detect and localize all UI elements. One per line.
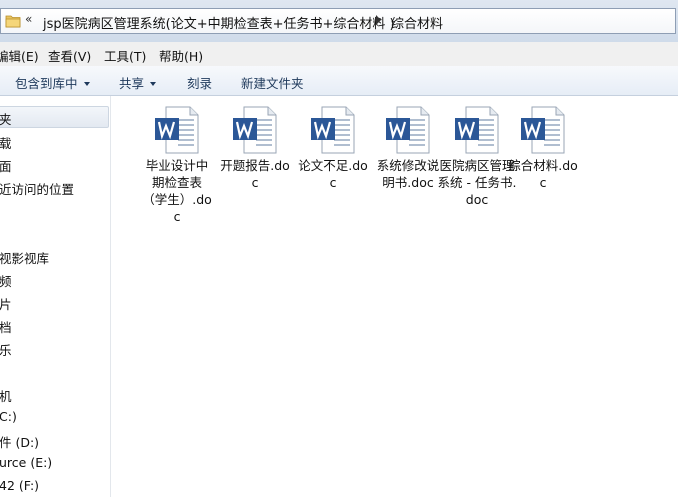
nav-item-videos[interactable]: 频 xyxy=(0,271,12,290)
file-list-view: 毕业设计中期检查表（学生）.doc 开题报告.doc 论文不足.doc 系统修改… xyxy=(111,96,678,497)
breadcrumb-parent[interactable]: jsp医院病区管理系统(论文+中期检查表+任务书+综合材料 ) xyxy=(43,13,395,32)
include-in-library-label: 包含到库中 xyxy=(15,76,78,91)
word-doc-icon xyxy=(455,106,499,154)
share-button[interactable]: 共享 xyxy=(119,73,157,92)
file-item[interactable]: 开题报告.doc xyxy=(216,106,294,191)
breadcrumb-separator-arrow-icon[interactable] xyxy=(376,15,381,25)
word-doc-icon xyxy=(521,106,565,154)
folder-icon xyxy=(5,15,21,28)
nav-item-drive-f[interactable]: 42 (F:) xyxy=(0,478,39,493)
nav-item-documents[interactable]: 档 xyxy=(0,317,12,336)
nav-item-desktop[interactable]: 面 xyxy=(0,156,12,175)
nav-item-drive-e[interactable]: urce (E:) xyxy=(0,455,52,470)
word-doc-icon xyxy=(233,106,277,154)
nav-item-pictures[interactable]: 片 xyxy=(0,294,12,313)
word-doc-icon xyxy=(155,106,199,154)
command-bar: 包含到库中 共享 刻录 新建文件夹 xyxy=(0,66,678,96)
include-in-library-button[interactable]: 包含到库中 xyxy=(15,73,90,92)
breadcrumb-current[interactable]: 综合材料 xyxy=(391,13,443,32)
nav-item-drive-d[interactable]: 件 (D:) xyxy=(0,432,39,451)
menu-help[interactable]: 帮助(H) xyxy=(159,46,203,65)
menu-bar: 编辑(E) 查看(V) 工具(T) 帮助(H) xyxy=(0,42,678,67)
file-name: 综合材料.doc xyxy=(508,158,578,190)
nav-selected-highlight xyxy=(0,106,109,128)
word-doc-icon xyxy=(311,106,355,154)
nav-item-music[interactable]: 乐 xyxy=(0,340,12,359)
dropdown-caret-icon xyxy=(83,82,90,86)
address-bar-area: « jsp医院病区管理系统(论文+中期检查表+任务书+综合材料 ) 综合材料 xyxy=(0,0,678,42)
menu-tools[interactable]: 工具(T) xyxy=(104,46,146,65)
file-item[interactable]: 毕业设计中期检查表（学生）.doc xyxy=(138,106,216,225)
file-name: 论文不足.doc xyxy=(298,158,368,190)
navigation-pane: 夹 载 面 近访问的位置 视影视库 频 片 档 乐 机 C:) 件 (D:) u… xyxy=(0,96,111,497)
menu-view[interactable]: 查看(V) xyxy=(48,46,91,65)
address-bar[interactable]: « jsp医院病区管理系统(论文+中期检查表+任务书+综合材料 ) 综合材料 xyxy=(0,8,676,34)
nav-item-drive-c[interactable]: C:) xyxy=(0,409,17,424)
file-item[interactable]: 综合材料.doc xyxy=(504,106,582,191)
nav-item-computer[interactable]: 机 xyxy=(0,386,12,405)
menu-edit[interactable]: 编辑(E) xyxy=(0,46,39,65)
nav-item-favorites[interactable]: 夹 xyxy=(0,109,12,128)
file-item[interactable]: 论文不足.doc xyxy=(294,106,372,191)
dropdown-caret-icon xyxy=(150,82,157,86)
nav-item-recent-places[interactable]: 近访问的位置 xyxy=(0,179,74,198)
breadcrumb-overflow-chevron[interactable]: « xyxy=(25,12,32,26)
new-folder-button[interactable]: 新建文件夹 xyxy=(241,73,304,92)
nav-item-video-library[interactable]: 视影视库 xyxy=(0,248,49,267)
file-name: 毕业设计中期检查表（学生）.doc xyxy=(142,158,212,224)
word-doc-icon xyxy=(386,106,430,154)
burn-button[interactable]: 刻录 xyxy=(187,73,212,92)
file-name: 开题报告.doc xyxy=(220,158,290,190)
share-label: 共享 xyxy=(119,76,145,91)
nav-item-downloads[interactable]: 载 xyxy=(0,133,12,152)
